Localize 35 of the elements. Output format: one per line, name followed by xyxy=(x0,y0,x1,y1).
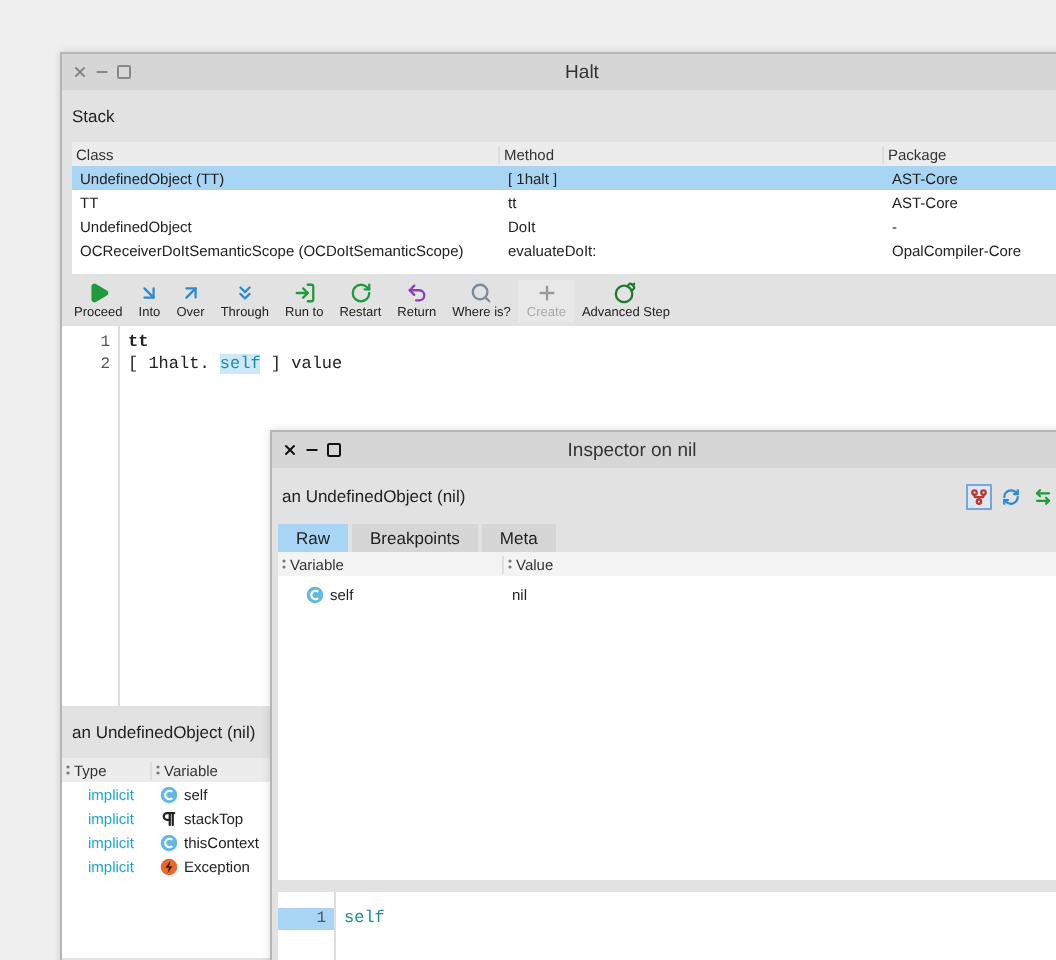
plus-icon xyxy=(535,281,558,303)
code-editor[interactable]: 1 self xyxy=(278,892,1056,960)
swap-button[interactable] xyxy=(1030,483,1056,509)
window-title: Halt xyxy=(565,61,599,83)
section-label: Stack xyxy=(70,106,117,126)
tab[interactable]: Meta xyxy=(481,524,556,552)
close-icon[interactable] xyxy=(282,442,298,458)
fork-button[interactable] xyxy=(966,483,992,509)
refresh-button[interactable] xyxy=(998,483,1024,509)
class-icon xyxy=(160,785,178,803)
line-number: 1 xyxy=(98,332,112,354)
maximize-icon[interactable] xyxy=(326,442,342,458)
window-title: Inspector on nil xyxy=(567,439,697,461)
line-number: 1 xyxy=(278,908,334,930)
lightning-icon xyxy=(160,857,178,875)
arrow-icon xyxy=(138,281,161,303)
code-line: self xyxy=(344,908,385,930)
line-number: 2 xyxy=(98,354,112,376)
pilcrow-icon xyxy=(160,809,178,827)
play-icon xyxy=(87,281,110,303)
inspector-title: an UndefinedObject (nil) xyxy=(70,722,258,742)
code-line: [ 1halt. self ] value xyxy=(128,354,343,376)
enter-icon xyxy=(293,281,316,303)
class-icon xyxy=(160,833,178,851)
class-icon xyxy=(306,585,324,603)
arrow-icon xyxy=(179,281,202,303)
code-line: tt xyxy=(128,332,151,354)
inspector-subtitle: an UndefinedObject (nil) xyxy=(280,486,468,506)
tab[interactable]: Breakpoints xyxy=(352,524,478,552)
tab[interactable]: Raw xyxy=(278,524,349,552)
search-icon xyxy=(470,281,493,303)
restart-icon xyxy=(349,281,372,303)
return-icon xyxy=(405,281,428,303)
chevrons-icon xyxy=(233,281,256,303)
bomb-icon xyxy=(614,281,637,303)
